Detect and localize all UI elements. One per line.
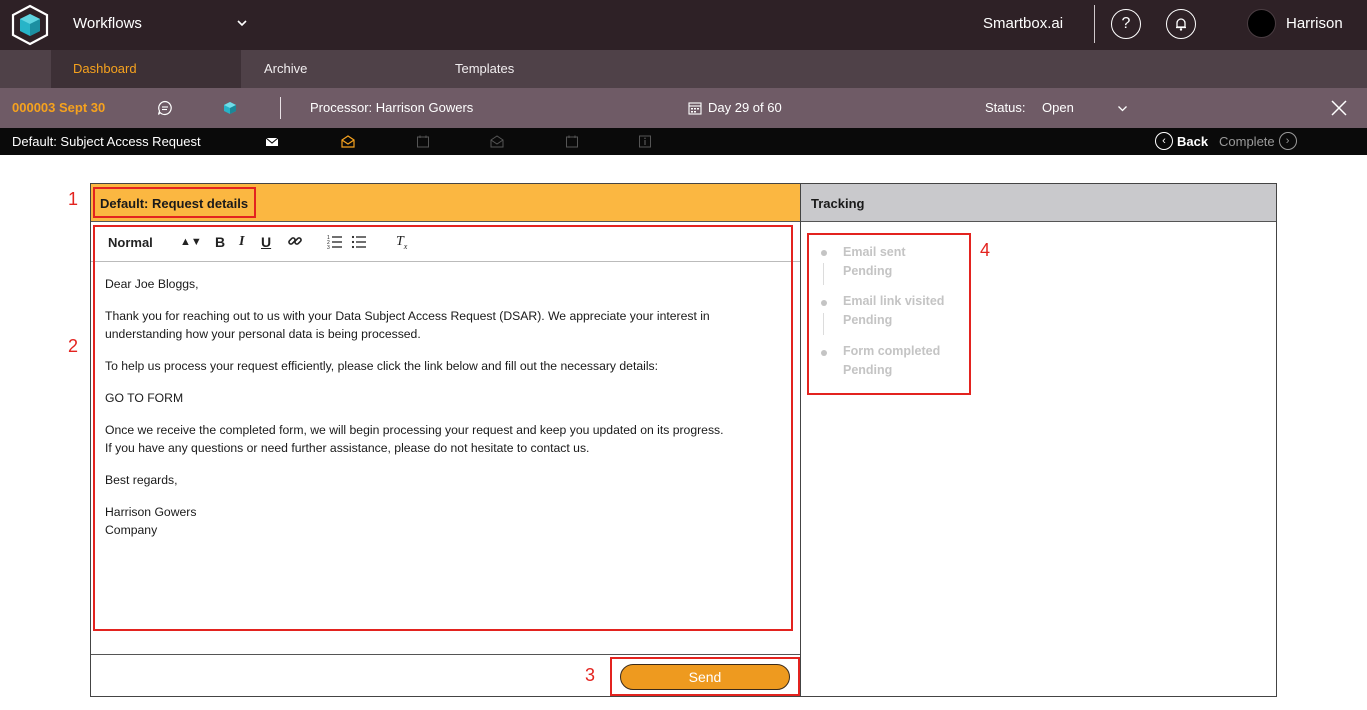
status-label: Status:	[985, 100, 1026, 115]
app-title[interactable]: Workflows	[73, 15, 142, 32]
calendar-icon[interactable]	[565, 135, 579, 148]
case-id[interactable]: 000003 Sept 30	[12, 100, 105, 115]
tab-dashboard[interactable]: Dashboard	[73, 61, 137, 76]
bell-icon[interactable]	[1166, 9, 1196, 39]
close-icon[interactable]	[1331, 100, 1347, 116]
back-button[interactable]: ‹ Back	[1155, 132, 1208, 150]
annotation-box-1	[93, 187, 256, 218]
tab-archive[interactable]: Archive	[264, 61, 307, 76]
status-select[interactable]: Open	[1042, 100, 1074, 115]
annotation-number-3: 3	[585, 665, 596, 685]
annotation-number-4: 4	[980, 240, 991, 260]
step-bar: Default: Subject Access Request ‹ Back C…	[0, 128, 1367, 155]
bell-glyph	[1176, 18, 1186, 31]
step-title: Default: Subject Access Request	[12, 134, 201, 149]
complete-label: Complete	[1219, 133, 1275, 149]
cube-logo-icon[interactable]	[10, 4, 50, 46]
divider	[280, 97, 281, 119]
help-icon[interactable]: ?	[1111, 9, 1141, 39]
chevron-down-icon[interactable]	[1117, 103, 1128, 114]
cube-icon[interactable]	[223, 101, 237, 115]
help-glyph: ?	[1121, 15, 1131, 32]
tab-templates[interactable]: Templates	[455, 61, 514, 76]
divider	[91, 654, 800, 655]
info-icon[interactable]	[638, 135, 652, 148]
annotation-box-3	[610, 657, 800, 696]
processor-label: Processor: Harrison Gowers	[310, 100, 474, 115]
avatar[interactable]	[1247, 9, 1276, 38]
calendar-icon[interactable]	[416, 135, 430, 148]
envelope-open-icon[interactable]	[490, 135, 504, 148]
chevron-right-icon: ›	[1278, 132, 1297, 150]
annotation-number-1: 1	[68, 189, 79, 209]
annotation-box-4	[807, 233, 971, 395]
complete-button[interactable]: Complete ›	[1219, 132, 1297, 150]
annotation-box-2	[93, 225, 793, 631]
case-bar: 000003 Sept 30 Processor: Harrison Gower…	[0, 88, 1367, 128]
back-label: Back	[1177, 133, 1209, 149]
annotation-number-2: 2	[68, 336, 79, 356]
envelope-open-icon[interactable]	[341, 135, 355, 148]
chevron-down-icon[interactable]	[236, 17, 248, 29]
day-counter: Day 29 of 60	[708, 100, 782, 115]
chevron-left-icon: ‹	[1155, 132, 1173, 150]
envelope-filled-icon[interactable]	[265, 135, 279, 148]
chat-icon[interactable]	[157, 100, 173, 116]
panel-title: Tracking	[811, 196, 865, 211]
divider	[1094, 5, 1095, 43]
user-name[interactable]: Harrison	[1286, 15, 1343, 32]
calendar-icon	[688, 102, 702, 115]
brand-name: Smartbox.ai	[983, 15, 1064, 32]
top-bar: Workflows Smartbox.ai ? Harrison	[0, 0, 1367, 50]
tracking-header: Tracking	[801, 184, 1276, 222]
